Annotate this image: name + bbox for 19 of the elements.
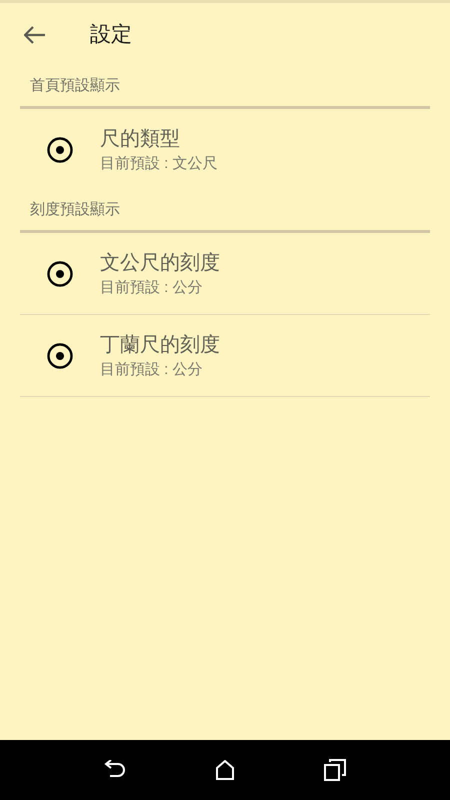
item-title: 文公尺的刻度 (100, 250, 220, 276)
screen-title: 設定 (90, 22, 132, 48)
preference-item[interactable]: 尺的類型 目前預設 : 文公尺 (20, 109, 430, 191)
item-summary: 目前預設 : 公分 (100, 360, 204, 380)
section-header: 刻度預設顯示 (30, 200, 120, 220)
back-icon[interactable] (104, 760, 126, 780)
preference-item[interactable]: 丁蘭尺的刻度 目前預設 : 公分 (20, 315, 430, 397)
radio-dot-icon (47, 137, 73, 163)
item-summary: 目前預設 : 文公尺 (100, 154, 218, 174)
recent-apps-icon[interactable] (324, 759, 346, 781)
radio-dot-icon (47, 260, 73, 286)
radio-dot-icon (47, 342, 73, 368)
item-title: 尺的類型 (100, 127, 181, 152)
back-arrow-icon (24, 26, 46, 44)
home-icon[interactable] (214, 760, 235, 780)
item-summary: 目前預設 : 公分 (100, 278, 204, 298)
section-header: 首頁預設顯示 (30, 76, 120, 96)
preference-item[interactable]: 文公尺的刻度 目前預設 : 公分 (20, 233, 430, 315)
item-title: 丁蘭尺的刻度 (100, 332, 220, 358)
